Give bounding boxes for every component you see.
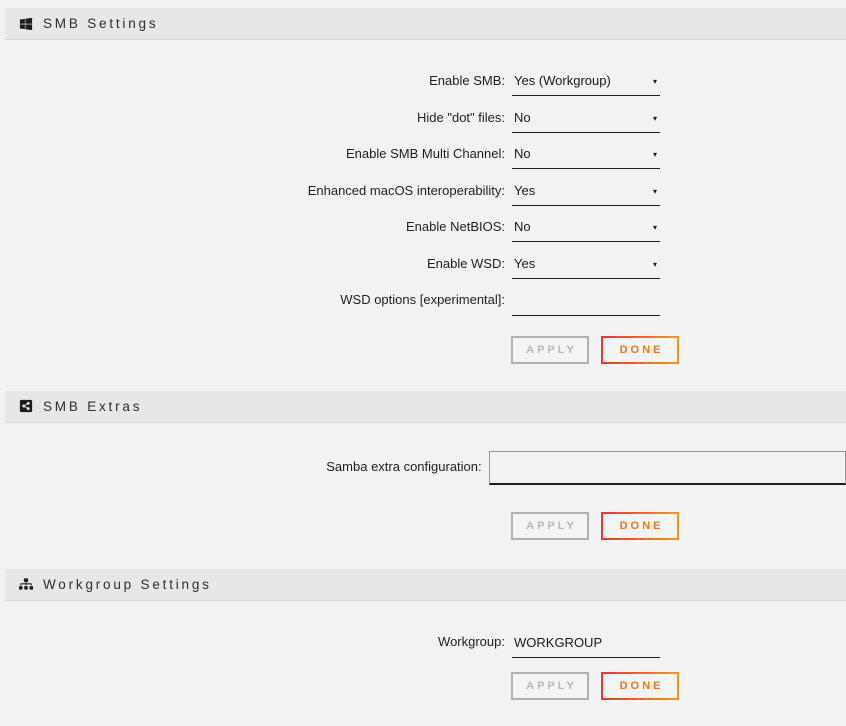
- chevron-down-icon: ▾: [653, 151, 657, 161]
- macos-interop-label: Enhanced macOS interoperability:: [0, 173, 505, 210]
- hide-dot-files-value: No: [514, 110, 531, 125]
- wsd-options-label: WSD options [experimental]:: [0, 282, 505, 319]
- smb-extras-form: Samba extra configuration: APPLY DONE: [0, 423, 846, 540]
- done-button[interactable]: DONE: [601, 512, 679, 540]
- smb-multi-channel-select[interactable]: No ▾: [512, 146, 660, 169]
- enable-wsd-value: Yes: [514, 256, 535, 271]
- workgroup-input[interactable]: [512, 635, 660, 658]
- enable-wsd-select[interactable]: Yes ▾: [512, 256, 660, 279]
- form-row-enable-wsd: Enable WSD: Yes ▾: [0, 246, 846, 283]
- panel-title: SMB Settings: [43, 16, 158, 31]
- samba-extra-label: Samba extra configuration:: [0, 451, 482, 485]
- apply-button[interactable]: APPLY: [511, 672, 589, 700]
- apply-button[interactable]: APPLY: [511, 512, 589, 540]
- macos-interop-value: Yes: [514, 183, 535, 198]
- macos-interop-select[interactable]: Yes ▾: [512, 183, 660, 206]
- chevron-down-icon: ▾: [653, 115, 657, 125]
- chevron-down-icon: ▾: [653, 224, 657, 234]
- windows-icon: [18, 16, 33, 31]
- done-button[interactable]: DONE: [601, 336, 679, 364]
- enable-netbios-label: Enable NetBIOS:: [0, 209, 505, 246]
- share-square-icon: [18, 399, 33, 414]
- enable-wsd-label: Enable WSD:: [0, 246, 505, 283]
- panel-title: SMB Extras: [43, 399, 142, 414]
- form-row-enable-smb: Enable SMB: Yes (Workgroup) ▾: [0, 63, 846, 100]
- apply-button[interactable]: APPLY: [511, 336, 589, 364]
- workgroup-buttons: APPLY DONE: [511, 672, 846, 700]
- workgroup-form: Workgroup: APPLY DONE: [0, 601, 846, 700]
- enable-smb-select[interactable]: Yes (Workgroup) ▾: [512, 73, 660, 96]
- panel-header-smb-settings: SMB Settings: [5, 8, 846, 40]
- chevron-down-icon: ▾: [653, 188, 657, 198]
- panel-header-workgroup-settings: Workgroup Settings: [5, 569, 846, 601]
- enable-netbios-select[interactable]: No ▾: [512, 219, 660, 242]
- wsd-options-input[interactable]: [512, 293, 660, 316]
- enable-smb-value: Yes (Workgroup): [514, 73, 611, 88]
- form-row-smb-multi-channel: Enable SMB Multi Channel: No ▾: [0, 136, 846, 173]
- form-row-samba-extra: Samba extra configuration:: [0, 451, 846, 485]
- panel-header-smb-extras: SMB Extras: [5, 391, 846, 423]
- smb-settings-form: Enable SMB: Yes (Workgroup) ▾ Hide "dot"…: [0, 40, 846, 364]
- form-row-workgroup: Workgroup:: [0, 626, 846, 658]
- workgroup-label: Workgroup:: [0, 626, 505, 658]
- enable-netbios-value: No: [514, 219, 531, 234]
- chevron-down-icon: ▾: [653, 78, 657, 88]
- hide-dot-files-select[interactable]: No ▾: [512, 110, 660, 133]
- done-button[interactable]: DONE: [601, 672, 679, 700]
- smb-multi-channel-value: No: [514, 146, 531, 161]
- samba-extra-textarea[interactable]: [489, 451, 846, 485]
- form-row-wsd-options: WSD options [experimental]:: [0, 282, 846, 319]
- hide-dot-files-label: Hide "dot" files:: [0, 100, 505, 137]
- chevron-down-icon: ▾: [653, 261, 657, 271]
- form-row-enable-netbios: Enable NetBIOS: No ▾: [0, 209, 846, 246]
- smb-extras-buttons: APPLY DONE: [511, 512, 846, 540]
- sitemap-icon: [18, 577, 33, 592]
- form-row-hide-dot-files: Hide "dot" files: No ▾: [0, 100, 846, 137]
- smb-settings-page: SMB Settings Enable SMB: Yes (Workgroup)…: [0, 8, 846, 726]
- form-row-macos-interop: Enhanced macOS interoperability: Yes ▾: [0, 173, 846, 210]
- smb-settings-buttons: APPLY DONE: [511, 336, 846, 364]
- enable-smb-label: Enable SMB:: [0, 63, 505, 100]
- smb-multi-channel-label: Enable SMB Multi Channel:: [0, 136, 505, 173]
- panel-title: Workgroup Settings: [43, 577, 212, 592]
